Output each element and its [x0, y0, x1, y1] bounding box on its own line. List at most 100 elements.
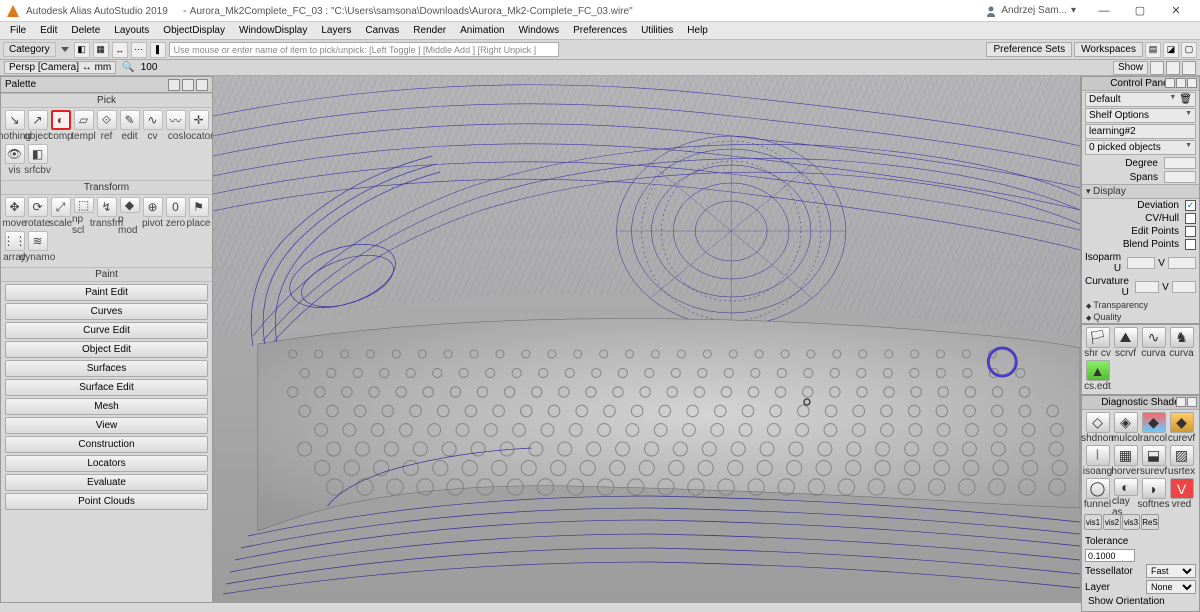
section-pick[interactable]: Pick	[1, 93, 212, 108]
workspaces-button[interactable]: Workspaces	[1074, 42, 1143, 57]
menu-file[interactable]: File	[4, 24, 32, 37]
tool-transfm[interactable]: ↯transfm	[95, 197, 118, 231]
3d-viewport[interactable]	[213, 76, 1080, 603]
panel-paint-edit[interactable]: Paint Edit	[5, 284, 208, 301]
palette-min-icon[interactable]	[168, 79, 180, 91]
layer-select[interactable]: None	[1146, 580, 1196, 594]
menu-animation[interactable]: Animation	[454, 24, 510, 37]
diag-clayas[interactable]: ◐clay as	[1112, 478, 1139, 510]
view-opt-2[interactable]	[1166, 61, 1180, 75]
palette-title[interactable]: Palette	[1, 77, 212, 93]
tool-comp[interactable]: ◐comp	[49, 110, 72, 144]
editpoints-check[interactable]	[1185, 226, 1196, 237]
menu-objectdisplay[interactable]: ObjectDisplay	[157, 24, 231, 37]
diag-isoang[interactable]: ⦚isoang	[1084, 445, 1111, 477]
diag-funnel[interactable]: ◯funnel	[1084, 478, 1111, 510]
toolbar-right-icon-2[interactable]: ◪	[1163, 42, 1179, 58]
view-opt-1[interactable]	[1150, 61, 1164, 75]
control-panel-header[interactable]: Control Panel	[1082, 77, 1199, 91]
diag-mulcol[interactable]: ◈mulcol	[1112, 412, 1139, 444]
menu-edit[interactable]: Edit	[34, 24, 63, 37]
tool-vis[interactable]: 👁vis	[3, 144, 26, 178]
isoparm-input[interactable]	[1127, 257, 1155, 269]
quality-expand[interactable]: Quality	[1082, 311, 1199, 323]
toolbar-right-icon-1[interactable]: ▤	[1145, 42, 1161, 58]
tolerance-input[interactable]	[1085, 549, 1135, 562]
shelf-csedt[interactable]: ▲cs.edt	[1084, 360, 1111, 392]
panel-view[interactable]: View	[5, 417, 208, 434]
palette-dock-icon[interactable]	[182, 79, 194, 91]
menu-preferences[interactable]: Preferences	[567, 24, 633, 37]
tool-pmod[interactable]: ◆p mod	[118, 197, 141, 231]
section-transform[interactable]: Transform	[1, 180, 212, 195]
orientation-row[interactable]: Show Orientation	[1085, 596, 1196, 607]
tool-ref[interactable]: ⟐ref	[95, 110, 118, 144]
menu-windows[interactable]: Windows	[513, 24, 566, 37]
minimize-button[interactable]: —	[1086, 0, 1122, 22]
diagnostic-header[interactable]: Diagnostic Shade	[1082, 396, 1199, 410]
panel-curves[interactable]: Curves	[5, 303, 208, 320]
diag-rancol[interactable]: ◆rancol	[1140, 412, 1167, 444]
isoparm-v-input[interactable]	[1168, 257, 1196, 269]
toolbar-icon-3[interactable]: ↔	[112, 42, 128, 58]
section-paint[interactable]: Paint	[1, 267, 212, 282]
tool-place[interactable]: ⚑place	[187, 197, 210, 231]
panel-point-clouds[interactable]: Point Clouds	[5, 493, 208, 510]
tool-dynamo[interactable]: ≋dynamo	[26, 231, 49, 265]
cvhull-check[interactable]	[1185, 213, 1196, 224]
blendpoints-check[interactable]	[1185, 239, 1196, 250]
tool-rotate[interactable]: ⟳rotate	[26, 197, 49, 231]
toolbar-right-icon-3[interactable]: ▢	[1181, 42, 1197, 58]
camera-label[interactable]: Persp [Camera] ↔ mm	[4, 61, 116, 74]
toolbar-icon-4[interactable]: ⋯	[131, 42, 147, 58]
diag-usrtex[interactable]: ▨usrtex	[1168, 445, 1195, 477]
category-dropdown-icon[interactable]	[61, 47, 69, 52]
toolbar-icon-1[interactable]: ◧	[74, 42, 90, 58]
toolbar-icon-2[interactable]: ▦	[93, 42, 109, 58]
user-menu[interactable]: Andrzej Sam... ▾	[985, 5, 1076, 17]
tool-nothing[interactable]: ↘nothing	[3, 110, 26, 144]
tool-edit[interactable]: ✎edit	[118, 110, 141, 144]
tessellator-select[interactable]: Fast	[1146, 564, 1196, 578]
picked-objects[interactable]: 0 picked objects▼	[1085, 140, 1196, 155]
shelf-curva1[interactable]: ∿curva	[1140, 327, 1167, 359]
menu-windowdisplay[interactable]: WindowDisplay	[233, 24, 313, 37]
panel-evaluate[interactable]: Evaluate	[5, 474, 208, 491]
vis2[interactable]: vis2	[1103, 514, 1121, 530]
diag-surevl[interactable]: ⬓surevf	[1140, 445, 1167, 477]
diag-horver[interactable]: ▦horver	[1112, 445, 1139, 477]
tool-zero[interactable]: 0zero	[164, 197, 187, 231]
tool-scale[interactable]: ⤢scale	[49, 197, 72, 231]
palette-close-icon[interactable]	[196, 79, 208, 91]
menu-layouts[interactable]: Layouts	[108, 24, 155, 37]
tool-pivot[interactable]: ⊕pivot	[141, 197, 164, 231]
promptline-input[interactable]: Use mouse or enter name of item to pick/…	[169, 42, 559, 57]
shelf-curva2[interactable]: ♞curva	[1168, 327, 1195, 359]
menu-layers[interactable]: Layers	[315, 24, 357, 37]
tool-templ[interactable]: ▱templ	[72, 110, 95, 144]
panel-object-edit[interactable]: Object Edit	[5, 341, 208, 358]
diag-vred[interactable]: Vvred	[1168, 478, 1195, 510]
transparency-expand[interactable]: Transparency	[1082, 299, 1199, 311]
menu-delete[interactable]: Delete	[65, 24, 106, 37]
menu-help[interactable]: Help	[681, 24, 714, 37]
tool-cv[interactable]: ∿cv	[141, 110, 164, 144]
panel-locators[interactable]: Locators	[5, 455, 208, 472]
panel-surfaces[interactable]: Surfaces	[5, 360, 208, 377]
shelf-scrvf[interactable]: ⛰scrvf	[1112, 327, 1139, 359]
close-button[interactable]: ✕	[1158, 0, 1194, 22]
zoom-icon[interactable]: 🔍	[122, 62, 134, 73]
vis3[interactable]: vis3	[1122, 514, 1140, 530]
category-label[interactable]: Category	[3, 42, 56, 57]
tool-srfcbv[interactable]: ◧srfcbv	[26, 144, 49, 178]
degree-input[interactable]	[1164, 157, 1196, 169]
menu-render[interactable]: Render	[407, 24, 452, 37]
default-dropdown[interactable]: Default▼🗑	[1085, 92, 1196, 107]
shelf-shrcv[interactable]: 🏳shr cv	[1084, 327, 1111, 359]
diag-curevl[interactable]: ◆curevf	[1168, 412, 1195, 444]
vis1[interactable]: vis1	[1084, 514, 1102, 530]
tool-object[interactable]: ↗object	[26, 110, 49, 144]
panel-mesh[interactable]: Mesh	[5, 398, 208, 415]
tool-move[interactable]: ✥move	[3, 197, 26, 231]
panel-construction[interactable]: Construction	[5, 436, 208, 453]
